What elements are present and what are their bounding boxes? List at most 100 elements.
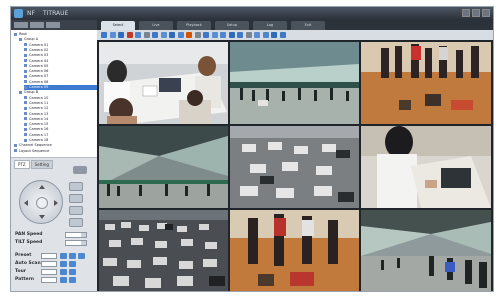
toolbar-button-icon[interactable] (237, 32, 243, 38)
tree-item-label: Camera 08 (29, 79, 49, 84)
tree-item[interactable]: Camera 11 (24, 101, 97, 106)
tab-setup[interactable]: Setup (215, 21, 249, 30)
toolbar-button-icon[interactable] (186, 32, 192, 38)
preset-select[interactable] (41, 253, 57, 259)
auto-scan-select[interactable] (41, 261, 57, 267)
toolbar-button-icon[interactable] (203, 32, 209, 38)
minimize-icon[interactable] (462, 9, 470, 17)
camera-view-6[interactable] (361, 126, 491, 208)
toolbar-button-icon[interactable] (109, 32, 116, 38)
camera-view-7[interactable] (99, 210, 228, 291)
list-view-button[interactable] (30, 22, 44, 28)
window-menu-label[interactable]: TITRAUE (43, 8, 68, 19)
tab-select[interactable]: Select (101, 21, 135, 30)
toolbar-button-icon[interactable] (211, 32, 218, 38)
tree-item[interactable]: Camera 12 (24, 106, 97, 111)
group-view-button[interactable] (46, 22, 60, 28)
camera-view-1[interactable] (99, 42, 228, 124)
toolbar-button-icon[interactable] (118, 32, 124, 38)
arrow-up-icon[interactable] (39, 185, 45, 189)
camera-view-3[interactable] (361, 42, 491, 124)
tab-setting[interactable]: Setting (30, 160, 53, 169)
toolbar-button-icon[interactable] (228, 32, 235, 38)
camera-view-5[interactable] (230, 126, 359, 208)
tree-item[interactable]: Camera 05 (24, 64, 97, 69)
tree-item[interactable]: Camera 18 (24, 138, 97, 143)
tab-live[interactable]: Live (139, 21, 173, 30)
tour-select[interactable] (41, 269, 57, 275)
toolbar-button-icon[interactable] (254, 32, 260, 38)
camera-view-8[interactable] (230, 210, 359, 291)
arrow-left-icon[interactable] (24, 200, 28, 206)
tree-view-button[interactable] (14, 22, 28, 28)
zoom-out-button[interactable] (69, 194, 83, 203)
toolbar-button-icon[interactable] (279, 32, 286, 38)
tab-ptz[interactable]: PTZ (14, 160, 30, 169)
camera-image-parking-lot (230, 126, 359, 208)
toolbar-button-icon[interactable] (143, 32, 150, 38)
preset-go-button[interactable] (60, 253, 67, 259)
tour-stop-button[interactable] (69, 269, 76, 275)
camera-view-9[interactable] (361, 210, 491, 291)
camera-icon (24, 101, 27, 105)
toolbar-button-icon[interactable] (245, 32, 252, 38)
focus-near-button[interactable] (69, 206, 83, 215)
tree-item[interactable]: Camera 13 (24, 112, 97, 117)
pattern-select[interactable] (41, 277, 57, 283)
tree-item[interactable]: Root (14, 32, 97, 37)
tree-item[interactable]: Camera 15 (24, 122, 97, 127)
tilt-speed-input[interactable] (65, 240, 87, 246)
tree-item[interactable]: Channel Sequence (14, 143, 97, 148)
toolbar-button-icon[interactable] (271, 32, 277, 38)
toolbar-button-icon[interactable] (152, 32, 158, 38)
preset-delete-button[interactable] (78, 253, 85, 259)
pattern-start-button[interactable] (60, 277, 67, 283)
focus-far-button[interactable] (69, 218, 83, 227)
auto-scan-start-button[interactable] (60, 261, 67, 267)
toolbar-button-icon[interactable] (135, 32, 141, 38)
toolbar-button-icon[interactable] (194, 32, 201, 38)
auto-scan-stop-button[interactable] (69, 261, 76, 267)
toolbar-button-icon[interactable] (262, 32, 269, 38)
tree-item[interactable]: Group A (19, 37, 97, 42)
tree-item[interactable]: Camera 04 (24, 59, 97, 64)
tree-item[interactable]: Group B (19, 90, 97, 95)
tree-item[interactable]: Layout Sequence (14, 149, 97, 154)
camera-icon (24, 122, 27, 126)
toolbar-button-icon[interactable] (101, 32, 107, 38)
arrow-right-icon[interactable] (54, 200, 58, 206)
joystick-center-button[interactable] (36, 197, 48, 209)
toolbar-button-icon[interactable] (160, 32, 167, 38)
ptz-joystick[interactable] (19, 180, 63, 224)
tab-log[interactable]: Log (253, 21, 287, 30)
tree-item[interactable]: Camera 06 (24, 69, 97, 74)
maximize-icon[interactable] (472, 9, 480, 17)
tree-item[interactable]: Camera 17 (24, 133, 97, 138)
toolbar-button-icon[interactable] (177, 32, 184, 38)
camera-image-shopping-crowd (230, 210, 359, 291)
tab-exit[interactable]: Exit (291, 21, 325, 30)
toolbar-button-icon[interactable] (126, 32, 133, 38)
app-window: NF TITRAUE Root Group A Camera 01 Camera 02… (10, 6, 494, 292)
tree-item[interactable]: Camera 14 (24, 117, 97, 122)
zoom-in-button[interactable] (69, 182, 83, 191)
tree-item[interactable]: Camera 02 (24, 48, 97, 53)
tree-item[interactable]: Camera 03 (24, 53, 97, 58)
tab-playback[interactable]: Playback (177, 21, 211, 30)
tour-start-button[interactable] (60, 269, 67, 275)
preset-set-button[interactable] (69, 253, 76, 259)
camera-view-2[interactable] (230, 42, 359, 124)
pattern-stop-button[interactable] (69, 277, 76, 283)
tree-item[interactable]: Camera 08 (24, 80, 97, 85)
toolbar-button-icon[interactable] (169, 32, 175, 38)
pan-speed-input[interactable] (65, 232, 87, 238)
tree-item[interactable]: Camera 16 (24, 127, 97, 132)
arrow-down-icon[interactable] (39, 215, 45, 219)
camera-view-4[interactable] (99, 126, 228, 208)
tree-item[interactable]: Camera 07 (24, 74, 97, 79)
tree-item[interactable]: Camera 09 (24, 85, 97, 90)
tree-item[interactable]: Camera 10 (24, 96, 97, 101)
close-icon[interactable] (482, 9, 490, 17)
tree-item[interactable]: Camera 01 (24, 43, 97, 48)
toolbar-button-icon[interactable] (220, 32, 226, 38)
